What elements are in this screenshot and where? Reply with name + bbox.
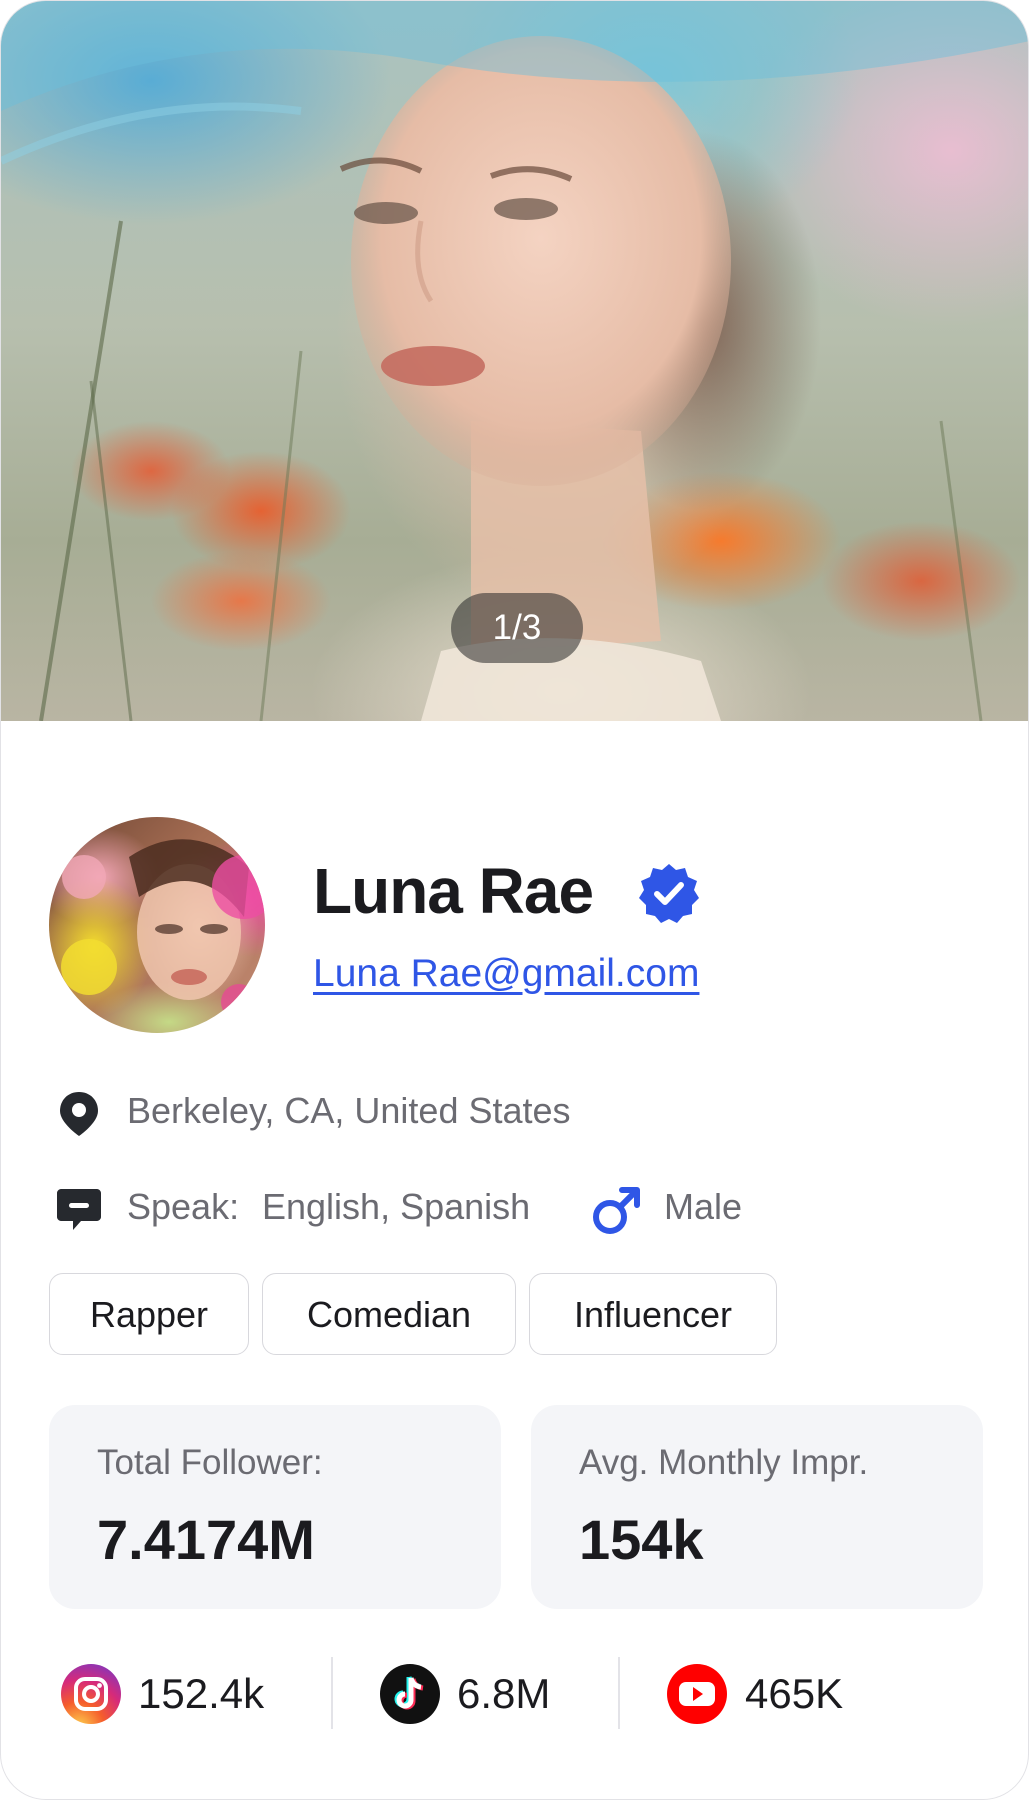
profile-name: Luna Rae (313, 855, 594, 927)
instagram-icon[interactable] (61, 1664, 121, 1724)
languages-text: English, Spanish (262, 1186, 531, 1227)
chat-icon (57, 1189, 101, 1230)
instagram-count: 152.4k (138, 1670, 265, 1717)
tag-rapper[interactable]: Rapper (49, 1273, 249, 1355)
verified-badge-icon (639, 864, 699, 923)
social-divider (331, 1657, 333, 1729)
avatar[interactable] (49, 817, 265, 1033)
profile-card: 1/3 Luna Rae Luna Rae@gmail.com Berkeley… (0, 0, 1029, 1800)
monthly-impressions-value: 154k (579, 1508, 704, 1571)
monthly-impressions-stat: Avg. Monthly Impr. 154k (531, 1405, 983, 1609)
email-link[interactable]: Luna Rae@gmail.com (313, 949, 699, 999)
location-pin-icon (60, 1092, 98, 1136)
speak-label: Speak: (127, 1186, 240, 1227)
social-divider (618, 1657, 620, 1729)
profile-photo-carousel[interactable]: 1/3 (1, 1, 1028, 721)
avatar-photo (61, 839, 265, 1020)
youtube-icon[interactable] (667, 1664, 727, 1724)
tag-influencer[interactable]: Influencer (529, 1273, 777, 1355)
total-follower-label: Total Follower: (97, 1443, 323, 1482)
gender-text: Male (664, 1186, 743, 1227)
location-text: Berkeley, CA, United States (127, 1090, 571, 1131)
tiktok-icon[interactable] (380, 1664, 440, 1724)
total-follower-value: 7.4174M (97, 1508, 315, 1571)
monthly-impressions-label: Avg. Monthly Impr. (579, 1443, 869, 1482)
photo-pager-indicator: 1/3 (451, 593, 583, 663)
tiktok-count: 6.8M (457, 1670, 551, 1717)
total-follower-stat: Total Follower: 7.4174M (49, 1405, 501, 1609)
male-gender-icon (593, 1187, 640, 1234)
youtube-count: 465K (745, 1670, 844, 1717)
tag-comedian[interactable]: Comedian (262, 1273, 516, 1355)
